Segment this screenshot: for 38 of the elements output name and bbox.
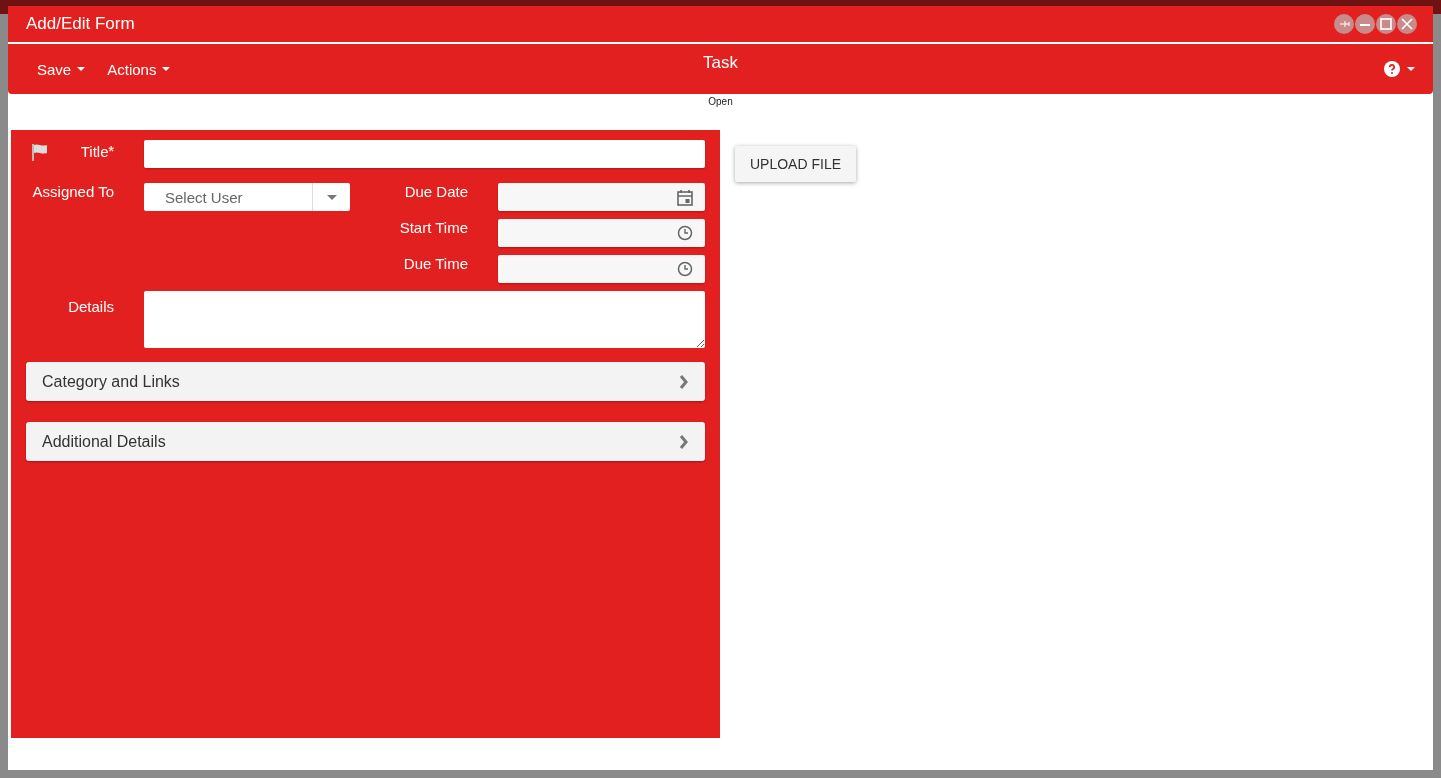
section-title: Additional Details bbox=[42, 432, 166, 451]
caret-icon bbox=[162, 67, 171, 71]
maximize-button[interactable] bbox=[1376, 14, 1396, 34]
caret-icon bbox=[1407, 67, 1415, 71]
status-label: Open bbox=[708, 96, 733, 107]
help-icon bbox=[1384, 61, 1400, 77]
menu-button[interactable]: Save bbox=[26, 54, 97, 84]
clock-icon bbox=[677, 225, 693, 241]
field-label: Start Time bbox=[399, 219, 468, 236]
minimize-button[interactable] bbox=[1355, 14, 1375, 34]
date-field[interactable] bbox=[498, 183, 705, 211]
collapsible-section[interactable]: Additional Details bbox=[26, 422, 705, 461]
field-label: Title bbox=[80, 143, 109, 160]
chevron-right-icon bbox=[679, 434, 689, 449]
upload-file-button[interactable]: UPLOAD FILE bbox=[735, 146, 857, 182]
time-field[interactable] bbox=[498, 255, 705, 283]
caret-icon bbox=[77, 67, 86, 71]
user-select[interactable]: Select User bbox=[144, 183, 350, 211]
toolbar-title: Task bbox=[703, 53, 738, 72]
title-input[interactable] bbox=[144, 140, 705, 168]
field-label: Due Date bbox=[404, 183, 468, 200]
menu-button[interactable]: Actions bbox=[96, 54, 182, 84]
flag-icon bbox=[31, 143, 49, 161]
select-placeholder: Select User bbox=[165, 188, 243, 206]
calendar-icon bbox=[677, 188, 693, 206]
clock-icon bbox=[677, 261, 693, 277]
field-label: Assigned To bbox=[32, 183, 114, 200]
field-label: Due Time bbox=[403, 255, 468, 272]
field-label: Details bbox=[68, 298, 114, 315]
collapsible-section[interactable]: Category and Links bbox=[26, 362, 705, 401]
window-title: Add/Edit Form bbox=[26, 14, 136, 34]
time-field[interactable] bbox=[498, 219, 705, 247]
pin-icon[interactable] bbox=[1334, 14, 1354, 34]
chevron-right-icon bbox=[679, 374, 689, 389]
required-mark: * bbox=[108, 143, 114, 159]
close-button[interactable] bbox=[1397, 14, 1417, 34]
section-title: Category and Links bbox=[42, 372, 180, 391]
caret-icon bbox=[326, 194, 337, 200]
